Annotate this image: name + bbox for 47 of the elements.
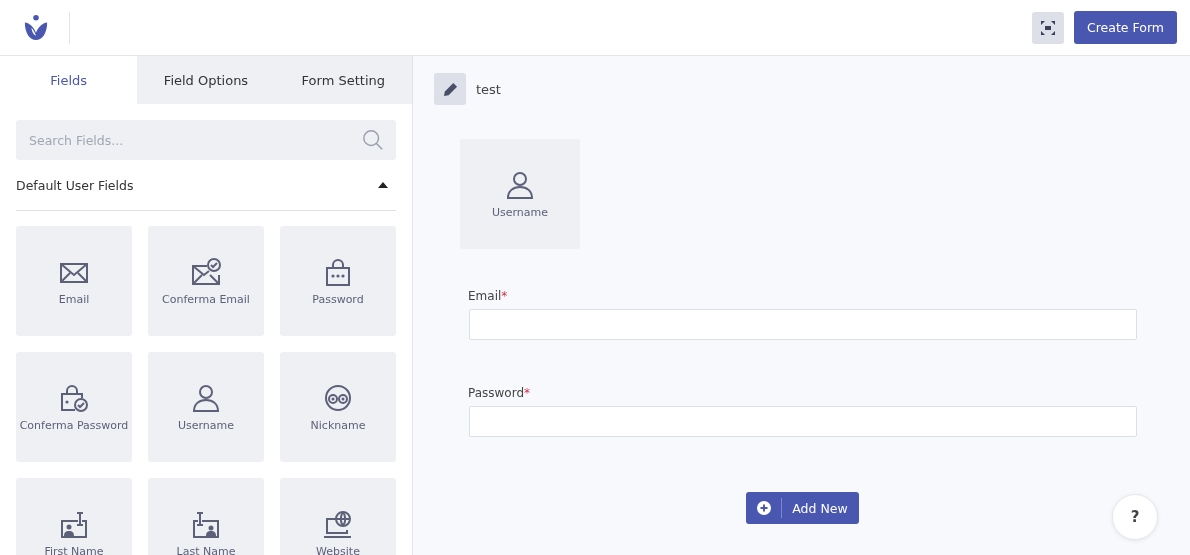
tile-label: Password xyxy=(312,292,364,306)
field-tile[interactable]: Username xyxy=(148,352,264,462)
field-tile[interactable]: Username xyxy=(460,139,580,249)
lock-check-icon xyxy=(59,382,89,413)
plus-circle-icon xyxy=(757,501,772,515)
field-tile[interactable]: Website xyxy=(280,478,396,555)
tile-label: Nickname xyxy=(310,418,366,432)
add-new-button[interactable]: Add New xyxy=(746,492,859,524)
form-title: test xyxy=(476,81,501,97)
tile-label: Conferma Email xyxy=(162,292,250,306)
user-icon xyxy=(191,382,221,413)
field-tile[interactable]: Nickname xyxy=(280,352,396,462)
search-field[interactable]: Search Fields... xyxy=(16,120,396,160)
section-title: Default User Fields xyxy=(16,177,134,193)
field-label: Email xyxy=(468,289,502,303)
globe-monitor-icon xyxy=(323,508,353,539)
tile-label: First Name xyxy=(44,544,104,555)
tile-label: Conferma Password xyxy=(19,418,129,432)
field-tile[interactable]: Last Name xyxy=(148,478,264,555)
field-tile[interactable]: Password xyxy=(280,226,396,336)
fullscreen-icon[interactable] xyxy=(1032,11,1064,44)
tile-label: Email xyxy=(58,292,90,306)
tile-label: Website xyxy=(316,544,360,555)
edit-icon[interactable] xyxy=(434,73,466,105)
lock-icon xyxy=(323,256,353,287)
create-form-button[interactable]: Create Form xyxy=(1074,11,1177,44)
collapse-caret-icon[interactable] xyxy=(378,181,388,189)
tab[interactable]: Field Options xyxy=(137,56,275,104)
search-icon xyxy=(362,129,384,151)
tile-label: Username xyxy=(177,418,235,432)
tab[interactable]: Form Setting xyxy=(274,56,412,104)
field-label: Password xyxy=(468,386,525,400)
field-tile[interactable]: Conferma Email xyxy=(148,226,264,336)
required-mark: * xyxy=(524,386,531,400)
field-tile[interactable]: First Name xyxy=(16,478,132,555)
required-mark: * xyxy=(501,289,508,303)
help-button[interactable]: ? xyxy=(1112,494,1158,540)
envelope-check-icon xyxy=(191,256,221,287)
input-field[interactable] xyxy=(469,406,1137,437)
tile-label: Username xyxy=(491,205,549,219)
tile-label: Last Name xyxy=(176,544,236,555)
field-tile[interactable]: Conferma Password xyxy=(16,352,132,462)
user-icon xyxy=(505,169,535,200)
mask-icon xyxy=(323,382,353,413)
logo-icon xyxy=(23,13,49,42)
field-tile[interactable]: Email xyxy=(16,226,132,336)
input-field[interactable] xyxy=(469,309,1137,340)
